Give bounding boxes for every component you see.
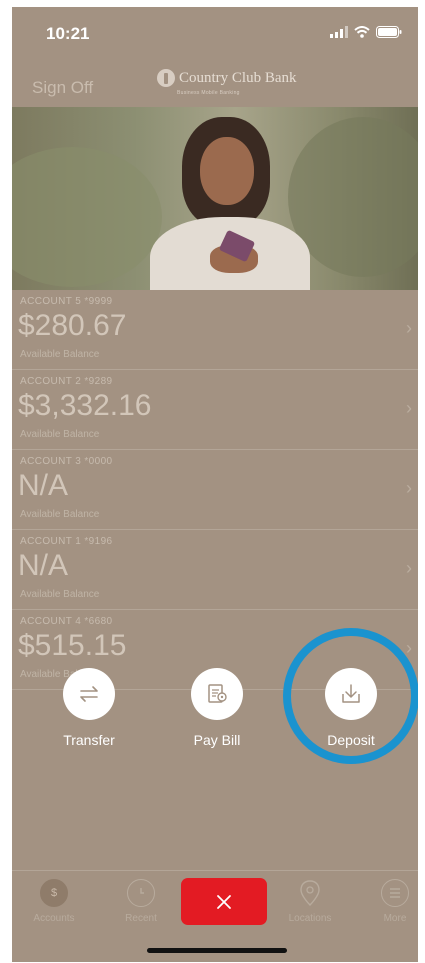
dollar-icon: $	[40, 879, 68, 907]
account-row[interactable]: ACCOUNT 3 *0000 N/A Available Balance ›	[12, 450, 418, 530]
pay-bill-label: Pay Bill	[193, 732, 241, 748]
wifi-icon	[354, 26, 370, 38]
status-bar: 10:21	[12, 7, 418, 59]
status-time: 10:21	[46, 24, 90, 43]
chevron-right-icon: ›	[406, 318, 412, 338]
sign-off-button[interactable]: Sign Off	[32, 78, 93, 98]
tab-recent[interactable]: Recent	[105, 879, 177, 924]
transfer-button[interactable]: Transfer	[34, 668, 144, 748]
balance-label: Available Balance	[20, 349, 100, 360]
chevron-right-icon: ›	[406, 558, 412, 578]
balance-label: Available Balance	[20, 429, 100, 440]
account-balance: $515.15	[18, 629, 127, 662]
pay-bill-button[interactable]: Pay Bill	[162, 668, 272, 748]
chevron-right-icon: ›	[406, 638, 412, 658]
account-name: ACCOUNT 2 *9289	[20, 376, 113, 387]
account-balance: N/A	[18, 549, 69, 582]
chevron-right-icon: ›	[406, 478, 412, 498]
bank-tagline: Business Mobile Banking	[177, 90, 240, 96]
account-row[interactable]: ACCOUNT 1 *9196 N/A Available Balance ›	[12, 530, 418, 610]
deposit-highlight-ring	[283, 628, 418, 764]
tab-label: Recent	[125, 913, 157, 924]
account-name: ACCOUNT 5 *9999	[20, 296, 113, 307]
account-name: ACCOUNT 4 *6680	[20, 616, 113, 627]
close-icon	[217, 894, 231, 909]
tab-label: Accounts	[33, 913, 75, 924]
bank-logo: Country Club Bank	[157, 69, 297, 87]
app-screen: 10:21 Sign Off Country Club Bank Busines…	[12, 7, 418, 962]
tab-label: More	[383, 913, 407, 924]
account-name: ACCOUNT 1 *9196	[20, 536, 113, 547]
tab-label: Locations	[288, 913, 332, 924]
account-row[interactable]: ACCOUNT 2 *9289 $3,332.16 Available Bala…	[12, 370, 418, 450]
chevron-right-icon: ›	[406, 398, 412, 418]
home-indicator[interactable]	[147, 948, 287, 953]
account-name: ACCOUNT 3 *0000	[20, 456, 113, 467]
clock-icon	[127, 879, 155, 907]
transfer-icon	[63, 668, 115, 720]
tab-locations[interactable]: Locations	[274, 879, 346, 924]
hero-image	[12, 107, 418, 290]
location-pin-icon	[296, 879, 324, 907]
battery-icon	[376, 26, 402, 38]
close-button[interactable]	[181, 878, 267, 925]
system-icons	[330, 26, 402, 38]
bank-logo-icon	[157, 69, 175, 87]
balance-label: Available Balance	[20, 509, 100, 520]
account-balance: $3,332.16	[18, 389, 152, 422]
tab-more[interactable]: More	[359, 879, 418, 924]
account-row[interactable]: ACCOUNT 5 *9999 $280.67 Available Balanc…	[12, 290, 418, 370]
bill-icon	[191, 668, 243, 720]
balance-label: Available Balance	[20, 589, 100, 600]
transfer-label: Transfer	[63, 732, 115, 748]
menu-icon	[381, 879, 409, 907]
signal-icon	[330, 26, 348, 38]
account-balance: N/A	[18, 469, 69, 502]
tab-accounts[interactable]: $ Accounts	[18, 879, 90, 924]
account-balance: $280.67	[18, 309, 127, 342]
bank-name: Country Club Bank	[179, 69, 297, 86]
